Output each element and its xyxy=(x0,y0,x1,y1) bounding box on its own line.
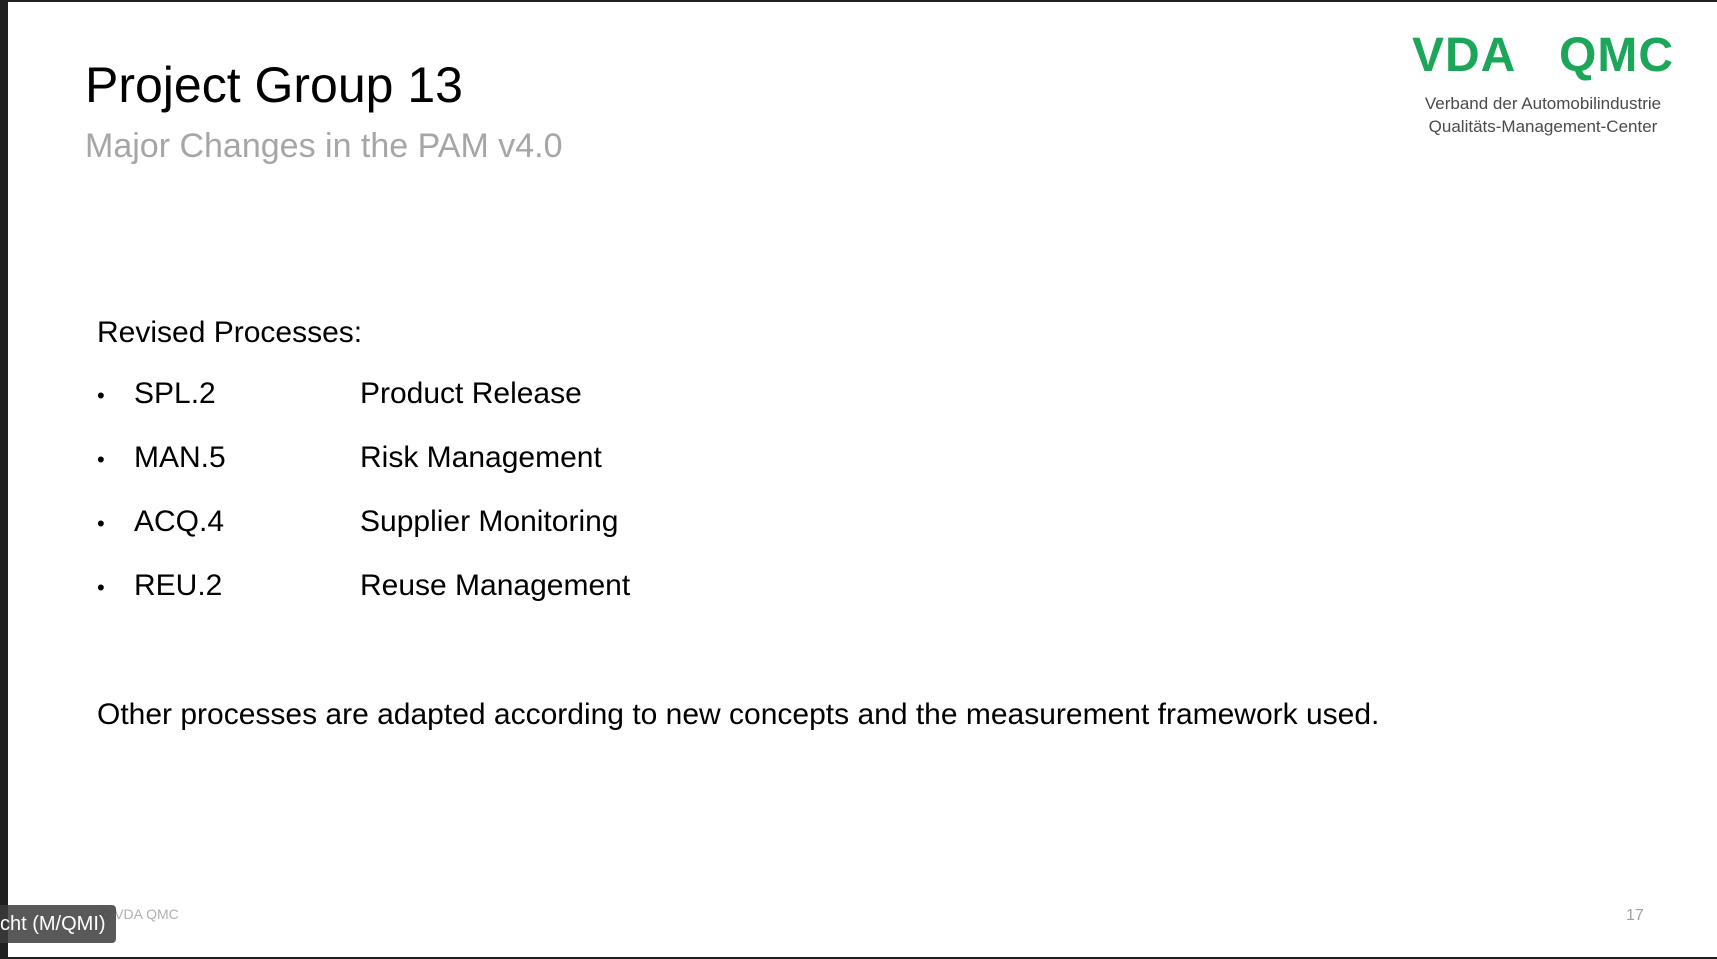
logo-line-2: Qualitäts-Management-Center xyxy=(1428,117,1658,136)
page-number: 17 xyxy=(1626,907,1644,924)
process-name: Risk Management xyxy=(360,441,602,474)
process-code: REU.2 xyxy=(134,569,223,602)
screen-share-window: Project Group 13 Major Changes in the PA… xyxy=(0,0,1717,959)
logo-line-1: Verband der Automobilindustrie xyxy=(1424,94,1662,113)
speaker-name-tag: cht (M/QMI) xyxy=(0,905,116,943)
process-code: MAN.5 xyxy=(134,441,226,474)
slide-note: Other processes are adapted according to… xyxy=(97,698,1380,731)
slide-subtitle: Major Changes in the PAM v4.0 xyxy=(85,127,563,165)
process-name: Reuse Management xyxy=(360,569,631,602)
logo-mark: VDA QMC xyxy=(1408,32,1678,80)
logo-qmc-text: QMC xyxy=(1559,29,1674,82)
process-name: Product Release xyxy=(360,377,582,410)
presentation-slide: Project Group 13 Major Changes in the PA… xyxy=(8,2,1717,957)
bullet-icon: • xyxy=(97,511,105,536)
bullet-icon: • xyxy=(97,575,105,600)
revised-processes-heading: Revised Processes: xyxy=(97,316,363,349)
bullet-icon: • xyxy=(97,383,105,408)
process-name: Supplier Monitoring xyxy=(360,505,619,538)
slide-title: Project Group 13 xyxy=(85,57,463,113)
process-code: ACQ.4 xyxy=(134,505,225,538)
process-code: SPL.2 xyxy=(134,377,216,410)
logo-vda-text: VDA xyxy=(1412,29,1517,82)
vda-qmc-logo: VDA QMC Verband der Automobilindustrie Q… xyxy=(1408,32,1678,138)
bullet-icon: • xyxy=(97,447,105,472)
